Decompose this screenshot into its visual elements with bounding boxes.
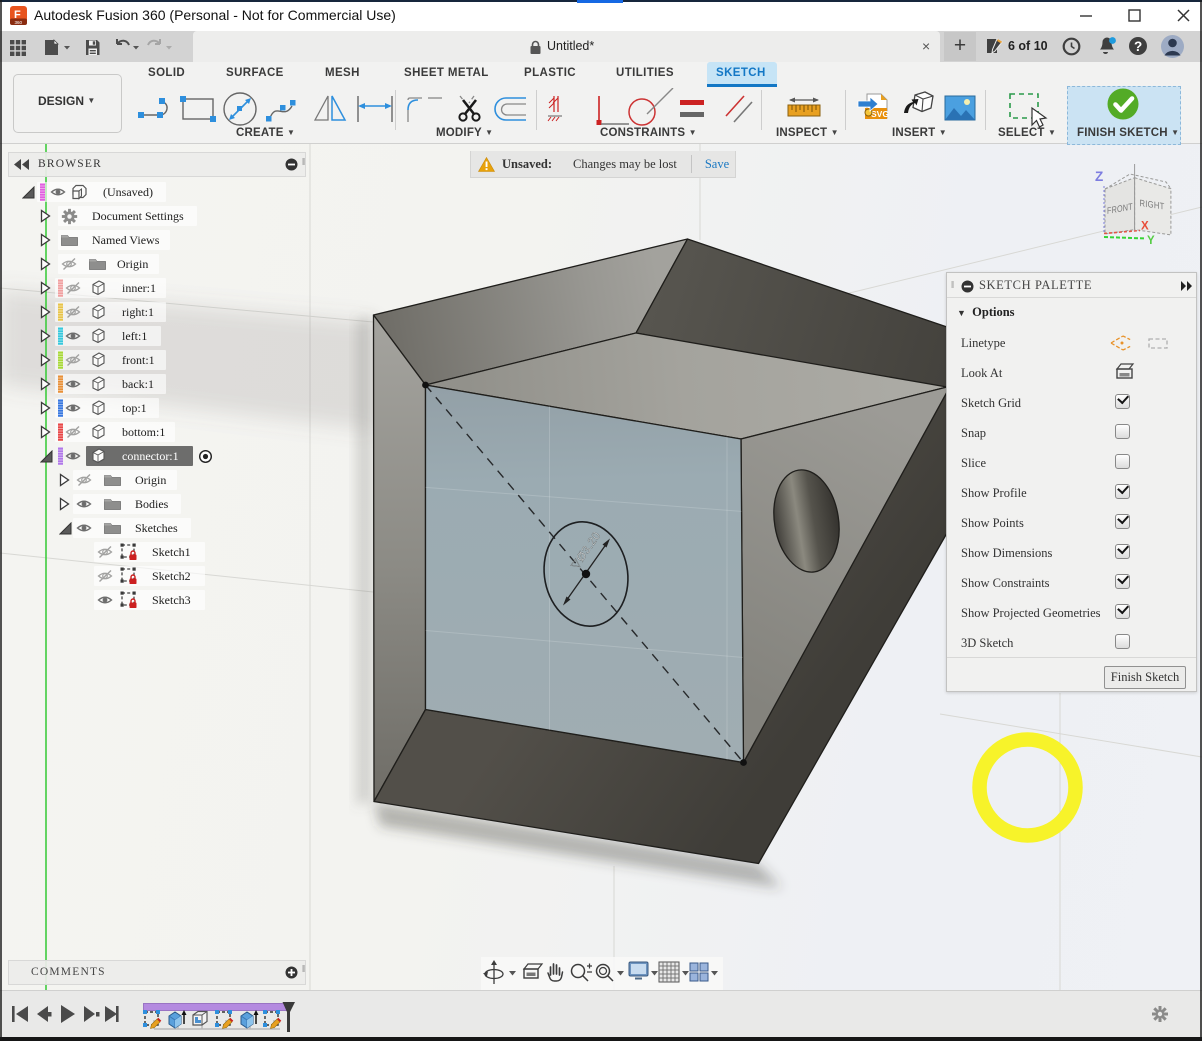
svg-text:Z: Z [1095, 169, 1103, 184]
svg-text:X: X [1141, 221, 1149, 233]
svg-text:SVG: SVG [871, 109, 889, 119]
svg-text:Y: Y [1147, 235, 1155, 247]
svg-text:?: ? [1134, 39, 1142, 54]
svg-text:360: 360 [15, 20, 23, 25]
